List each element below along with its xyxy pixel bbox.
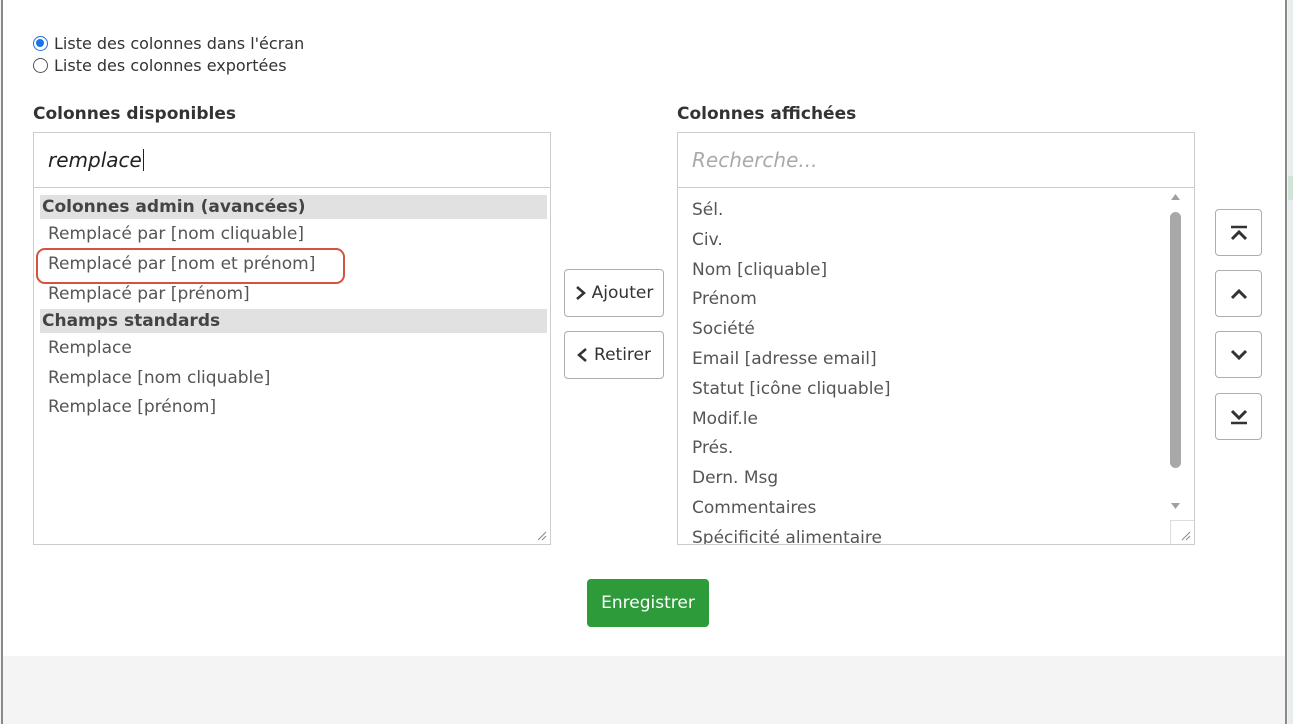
radio-export-label: Liste des colonnes exportées [54,55,287,75]
move-bottom-button[interactable] [1215,393,1262,440]
radio-screen-input[interactable] [33,35,48,51]
add-button[interactable]: Ajouter [564,269,664,317]
scrollbar-thumb[interactable] [1170,212,1181,468]
backdrop-accent [1288,176,1293,200]
list-item[interactable]: Dern. Msg [692,467,778,489]
group-header-admin: Colonnes admin (avancées) [40,195,547,219]
move-down-button[interactable] [1215,331,1262,378]
displayed-search-input[interactable]: Recherche... [678,133,1194,188]
list-item[interactable]: Nom [cliquable] [692,259,827,281]
move-top-button[interactable] [1215,209,1262,256]
remove-button-label: Retirer [594,345,651,365]
move-bottom-icon [1230,409,1247,424]
list-item[interactable]: Remplace [48,337,132,359]
available-columns-title: Colonnes disponibles [33,104,236,124]
highlight-annotation [36,248,345,284]
displayed-columns-panel: Recherche... Sél. Civ. Nom [cliquable] P… [677,132,1195,545]
chevron-left-icon [577,348,587,362]
resize-grip-icon[interactable] [535,529,547,541]
list-item[interactable]: Société [692,318,755,340]
modal-body: Liste des colonnes dans l'écran Liste de… [3,0,1285,656]
displayed-list-scrollbar[interactable] [1168,188,1182,518]
list-item[interactable]: Prés. [692,437,733,459]
list-item[interactable]: Statut [icône cliquable] [692,378,891,400]
available-search-value: remplace [48,148,142,172]
list-item[interactable]: Remplacé par [nom cliquable] [48,223,304,245]
radio-option-export[interactable]: Liste des colonnes exportées [33,54,287,76]
group-header-standard: Champs standards [40,309,547,333]
list-item[interactable]: Spécificité alimentaire [692,527,882,544]
move-top-icon [1230,225,1247,240]
scroll-up-arrow-icon[interactable] [1170,193,1181,201]
column-settings-modal: Liste des colonnes dans l'écran Liste de… [1,0,1287,724]
text-caret [142,149,144,171]
displayed-search-placeholder: Recherche... [692,148,818,172]
resize-corner[interactable] [1170,520,1194,544]
list-item[interactable]: Remplace [prénom] [48,396,216,418]
page-backdrop [1288,0,1293,724]
list-item[interactable]: Commentaires [692,497,816,519]
radio-export-input[interactable] [33,57,48,73]
remove-button[interactable]: Retirer [564,331,664,379]
add-button-label: Ajouter [591,283,654,303]
scroll-down-arrow-icon[interactable] [1170,502,1181,510]
list-item[interactable]: Modif.le [692,408,758,430]
list-item[interactable]: Remplacé par [prénom] [48,283,250,305]
save-button[interactable]: Enregistrer [587,579,709,627]
list-item[interactable]: Sél. [692,199,723,221]
list-item[interactable]: Email [adresse email] [692,348,877,370]
move-up-icon [1230,288,1247,299]
displayed-columns-title: Colonnes affichées [677,104,857,124]
move-down-icon [1230,349,1247,360]
available-search-input[interactable]: remplace [34,133,550,188]
radio-screen-label: Liste des colonnes dans l'écran [54,33,305,53]
list-item[interactable]: Prénom [692,288,757,310]
displayed-columns-list: Sél. Civ. Nom [cliquable] Prénom Société… [678,188,1194,544]
chevron-right-icon [575,286,586,300]
list-item[interactable]: Civ. [692,229,723,251]
move-up-button[interactable] [1215,270,1262,317]
available-columns-panel: remplace Colonnes admin (avancées) Rempl… [33,132,551,545]
resize-grip-icon[interactable] [1179,529,1191,541]
radio-option-screen[interactable]: Liste des colonnes dans l'écran [33,32,304,54]
list-item[interactable]: Remplace [nom cliquable] [48,367,270,389]
available-columns-list: Colonnes admin (avancées) Remplacé par [… [34,188,550,544]
